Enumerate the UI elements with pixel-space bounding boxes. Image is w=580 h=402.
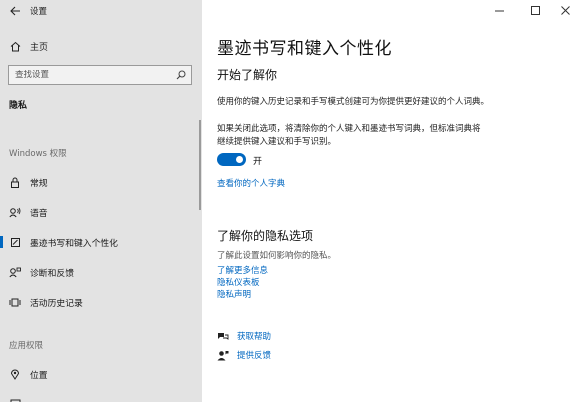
activity-history-icon (0, 297, 30, 308)
view-personal-dictionary-link[interactable]: 查看你的个人字典 (217, 177, 285, 189)
sidebar-item-diagnostics[interactable]: 诊断和反馈 (0, 261, 202, 283)
description-text: 使用你的键入历史记录和手写模式创建可为你提供更好建议的个人词典。 (217, 97, 490, 107)
current-section-heading: 隐私 (9, 101, 28, 111)
sidebar-item-label: 墨迹书写和键入个性化 (30, 238, 118, 249)
feedback-row[interactable]: 提供反馈 (217, 348, 271, 362)
back-arrow-icon (9, 6, 20, 16)
sidebar-item-activity-history[interactable]: 活动历史记录 (0, 291, 202, 313)
feedback-link[interactable]: 提供反馈 (237, 349, 271, 361)
getting-to-know-toggle[interactable] (217, 153, 246, 166)
sidebar-item-inking-typing[interactable]: 墨迹书写和键入个性化 (0, 231, 202, 253)
toggle-state-label: 开 (253, 157, 263, 167)
sidebar-item-camera[interactable] (0, 392, 202, 402)
sidebar-item-label: 诊断和反馈 (30, 268, 74, 279)
camera-icon (0, 398, 30, 402)
group-label-windows: Windows 权限 (9, 149, 67, 159)
group-label-app: 应用权限 (9, 341, 44, 351)
privacy-description: 了解此设置如何影响你的隐私。 (217, 251, 337, 261)
warning-text-line1: 如果关闭此选项，将清除你的个人键入和墨迹书写词典，但标准词典将 (217, 124, 481, 134)
sidebar-item-label: 语音 (30, 208, 48, 219)
sidebar-item-speech[interactable]: 语音 (0, 201, 202, 223)
home-label: 主页 (30, 42, 49, 53)
section-title-getting-to-know: 开始了解你 (217, 68, 278, 82)
sidebar-item-label: 常规 (30, 178, 48, 189)
minimize-button[interactable] (484, 2, 514, 18)
get-help-link[interactable]: 获取帮助 (237, 330, 271, 342)
search-icon[interactable] (176, 70, 186, 83)
privacy-statement-link[interactable]: 隐私声明 (217, 288, 251, 300)
toggle-knob (236, 156, 243, 163)
sidebar-item-home[interactable]: 主页 (0, 36, 202, 56)
sidebar-item-label: 位置 (30, 370, 48, 381)
location-icon (0, 369, 30, 380)
maximize-button[interactable] (520, 2, 550, 18)
sidebar-item-label: 活动历史记录 (30, 298, 83, 309)
diagnostics-icon (0, 267, 30, 278)
learn-more-link[interactable]: 了解更多信息 (217, 264, 268, 276)
sidebar: 设置 主页 隐私 Windows 权限 常规 语音 墨迹书写和键入个性化 (0, 0, 202, 402)
sidebar-scrollbar[interactable] (199, 120, 201, 210)
main-content: 墨迹书写和键入个性化 开始了解你 使用你的键入历史记录和手写模式创建可为你提供更… (202, 0, 580, 402)
home-icon (0, 41, 30, 52)
app-title: 设置 (30, 7, 48, 17)
close-button[interactable] (550, 2, 580, 18)
section-title-privacy: 了解你的隐私选项 (217, 229, 314, 243)
help-chat-icon (217, 331, 237, 342)
page-title: 墨迹书写和键入个性化 (217, 39, 392, 59)
get-help-row[interactable]: 获取帮助 (217, 329, 271, 343)
privacy-dashboard-link[interactable]: 隐私仪表板 (217, 276, 260, 288)
back-button[interactable] (0, 0, 30, 22)
sidebar-item-general[interactable]: 常规 (0, 171, 202, 193)
speech-icon (0, 207, 30, 218)
ink-icon (0, 237, 30, 248)
close-icon (560, 5, 570, 15)
sidebar-item-location[interactable]: 位置 (0, 363, 202, 385)
title-bar-left: 设置 (0, 0, 202, 22)
maximize-icon (530, 5, 540, 15)
warning-text-line2: 继续提供键入建议和手写识别。 (217, 137, 337, 147)
search-input[interactable] (15, 70, 165, 80)
search-box[interactable] (8, 65, 192, 85)
feedback-icon (217, 350, 237, 361)
lock-icon (0, 177, 30, 188)
minimize-icon (494, 10, 504, 11)
